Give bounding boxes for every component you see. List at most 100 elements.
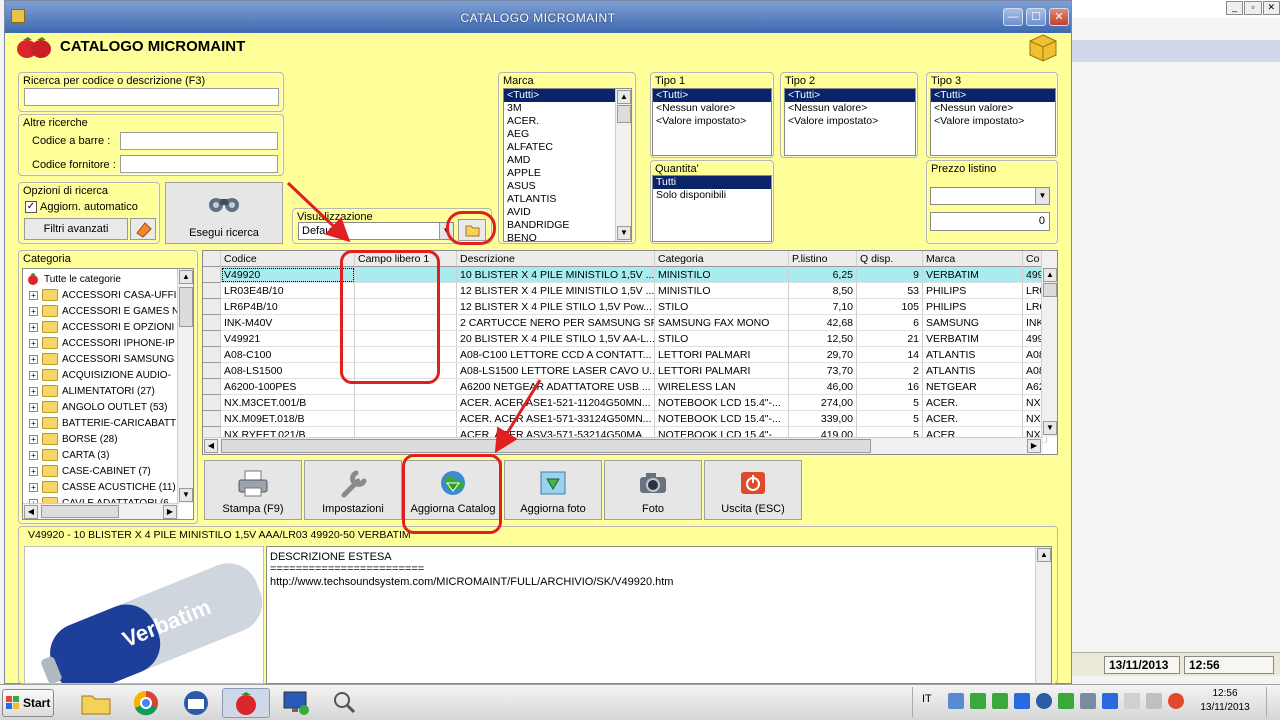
expand-icon[interactable]: +	[29, 306, 38, 316]
tipo2-list-item[interactable]: <Valore impostato>	[785, 115, 915, 128]
tray-mail-icon[interactable]	[992, 693, 1008, 709]
grid-cell[interactable]	[355, 395, 457, 411]
search-input[interactable]	[24, 88, 279, 106]
tree-vscroll[interactable]: ▲ ▼	[177, 269, 193, 503]
grid-cell[interactable]: 7,10	[789, 299, 857, 315]
scroll-up-icon[interactable]: ▲	[1037, 548, 1051, 562]
tree-node[interactable]: + ALIMENTATORI (27)	[29, 383, 155, 399]
tipo2-list[interactable]: <Tutti> <Nessun valore> <Valore impostato>	[784, 88, 916, 156]
barcode-input[interactable]	[120, 132, 278, 150]
detail-url[interactable]: http://www.techsoundsystem.com/MICROMAIN…	[270, 576, 673, 588]
maximize-button[interactable]: ☐	[1026, 8, 1046, 26]
quantity-list-item[interactable]: Solo disponibili	[653, 189, 771, 202]
taskbar-search-tool[interactable]	[322, 688, 370, 718]
grid-cell[interactable]: 6	[857, 315, 923, 331]
background-window-buttons[interactable]: _ ▫ ✕	[1226, 1, 1280, 15]
brand-list-item[interactable]: AMD	[504, 154, 631, 167]
grid-corner[interactable]	[203, 251, 221, 267]
grid-cell[interactable]: 2 CARTUCCE NERO PER SAMSUNG SF...	[457, 315, 655, 331]
scroll-thumb[interactable]	[1043, 283, 1057, 297]
expand-icon[interactable]: +	[29, 418, 38, 428]
tree-node[interactable]: + CASE-CABINET (7)	[29, 463, 151, 479]
taskbar-explorer[interactable]	[72, 688, 120, 718]
brand-list-item[interactable]: AVID	[504, 206, 631, 219]
tray-network-icon[interactable]	[948, 693, 964, 709]
grid-cell[interactable]: MINISTILO	[655, 267, 789, 283]
expand-icon[interactable]: +	[29, 434, 38, 444]
grid-cell[interactable]: 2	[857, 363, 923, 379]
scroll-thumb[interactable]	[41, 505, 119, 518]
grid-cell[interactable]: 14	[857, 347, 923, 363]
grid-hscroll[interactable]: ◀ ▶	[203, 437, 1043, 454]
grid-cell[interactable]: 8,50	[789, 283, 857, 299]
supplier-code-input[interactable]	[120, 155, 278, 173]
tree-hscroll[interactable]: ◀ ▶	[23, 503, 179, 519]
grid-cell[interactable]: A08-C100	[221, 347, 355, 363]
brand-list-item[interactable]: <Tutti>	[504, 89, 631, 102]
close-icon[interactable]: ✕	[1262, 1, 1280, 15]
grid-cell[interactable]: NOTEBOOK LCD 15.4"-...	[655, 411, 789, 427]
grid-cell[interactable]: 5	[857, 411, 923, 427]
tree-node[interactable]: + ACCESSORI SAMSUNG	[29, 351, 174, 367]
tipo2-list-item[interactable]: <Nessun valore>	[785, 102, 915, 115]
tipo1-list-item[interactable]: <Tutti>	[653, 89, 771, 102]
tray-sync-icon[interactable]	[1014, 693, 1030, 709]
settings-button[interactable]: Impostazioni	[304, 460, 402, 520]
grid-cell[interactable]: 339,00	[789, 411, 857, 427]
minimize-button[interactable]: —	[1003, 8, 1023, 26]
row-indicator[interactable]	[203, 299, 221, 315]
tipo3-list-item[interactable]: <Nessun valore>	[931, 102, 1055, 115]
print-button[interactable]: Stampa (F9)	[204, 460, 302, 520]
scroll-down-icon[interactable]: ▼	[617, 226, 631, 240]
scroll-thumb[interactable]	[179, 287, 193, 327]
brand-list[interactable]: <Tutti> 3M ACER. AEG ALFATEC AMD APPLE ASUS ATLA…	[503, 88, 632, 242]
tree-node[interactable]: + ACCESSORI CASA-UFFI	[29, 287, 176, 303]
grid-cell[interactable]: NOTEBOOK LCD 15.4"-...	[655, 395, 789, 411]
tray-messenger-icon[interactable]	[1102, 693, 1118, 709]
row-indicator[interactable]	[203, 347, 221, 363]
scroll-left-icon[interactable]: ◀	[204, 439, 218, 453]
tipo3-list-item[interactable]: <Tutti>	[931, 89, 1055, 102]
row-indicator[interactable]	[203, 283, 221, 299]
grid-cell[interactable]: V49921	[221, 331, 355, 347]
scroll-thumb[interactable]	[221, 439, 871, 453]
minimize-icon[interactable]: _	[1226, 1, 1244, 15]
tree-root[interactable]: Tutte le categorie	[26, 271, 121, 287]
grid-cell[interactable]: STILO	[655, 331, 789, 347]
row-indicator[interactable]	[203, 411, 221, 427]
grid-cell[interactable]: 20 BLISTER X 4 PILE STILO 1,5V AA-L...	[457, 331, 655, 347]
scroll-left-icon[interactable]: ◀	[24, 505, 38, 519]
grid-cell[interactable]: 53	[857, 283, 923, 299]
grid-cell[interactable]: 12 BLISTER X 4 PILE MINISTILO 1,5V ...	[457, 283, 655, 299]
scroll-down-icon[interactable]: ▼	[179, 488, 193, 502]
grid-cell[interactable]: A08-LS1500 LETTORE LASER CAVO U...	[457, 363, 655, 379]
grid-cell[interactable]: STILO	[655, 299, 789, 315]
grid-cell[interactable]: LETTORI PALMARI	[655, 363, 789, 379]
brand-list-item[interactable]: ALFATEC	[504, 141, 631, 154]
grid-cell[interactable]: NX.M09ET.018/B	[221, 411, 355, 427]
expand-icon[interactable]: +	[29, 322, 38, 332]
expand-icon[interactable]: +	[29, 338, 38, 348]
tray-app-icon[interactable]	[1080, 693, 1096, 709]
tray-volume-icon[interactable]	[1168, 693, 1184, 709]
column-header[interactable]: Marca	[923, 251, 1023, 267]
update-photo-button[interactable]: Aggiorna foto	[504, 460, 602, 520]
filter-clear-button[interactable]	[130, 218, 156, 240]
auto-update-checkbox[interactable]: ✓	[25, 201, 37, 213]
taskbar-catalog[interactable]	[222, 688, 270, 718]
tree-node[interactable]: + ACQUISIZIONE AUDIO-	[29, 367, 171, 383]
tray-clock[interactable]: 12:56 13/11/2013	[1190, 687, 1260, 715]
detail-description[interactable]: DESCRIZIONE ESTESA =====================…	[266, 546, 1052, 684]
price-operator-select[interactable]: ▼	[930, 187, 1050, 205]
tipo3-list[interactable]: <Tutti> <Nessun valore> <Valore impostato>	[930, 88, 1056, 156]
grid-cell[interactable]: SAMSUNG FAX MONO	[655, 315, 789, 331]
brand-list-item[interactable]: ATLANTIS	[504, 193, 631, 206]
grid-cell[interactable]: 12,50	[789, 331, 857, 347]
grid-cell[interactable]: A6200-100PES	[221, 379, 355, 395]
grid-cell[interactable]: ATLANTIS	[923, 363, 1023, 379]
grid-cell[interactable]: LR6P4B/10	[221, 299, 355, 315]
quantity-list-item[interactable]: Tutti	[653, 176, 771, 189]
scroll-right-icon[interactable]: ▶	[1027, 439, 1041, 453]
expand-icon[interactable]: +	[29, 370, 38, 380]
grid-cell[interactable]: 6,25	[789, 267, 857, 283]
